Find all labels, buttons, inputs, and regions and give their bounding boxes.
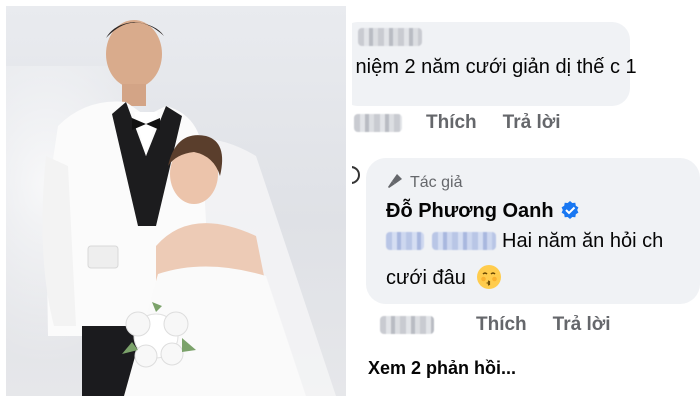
thread-connector bbox=[352, 166, 360, 184]
author-name[interactable]: Đỗ Phương Oanh bbox=[386, 200, 580, 223]
comment-bubble: ỷ niệm 2 năm cưới giản dị thế c 1 bbox=[352, 22, 637, 106]
author-tag: Tác giả bbox=[386, 172, 462, 192]
couple-illustration bbox=[42, 20, 336, 396]
kissing-face-emoji-icon bbox=[476, 265, 501, 289]
see-replies-link[interactable]: Xem 2 phản hồi... bbox=[368, 358, 516, 379]
blurred-mention bbox=[386, 232, 424, 250]
comment-thread: ỷ niệm 2 năm cưới giản dị thế c 1 Thích T… bbox=[352, 0, 700, 400]
reply-text-line1: Hai năm ăn hỏi ch bbox=[502, 230, 664, 252]
reply-actions: Thích Trả lời bbox=[366, 314, 637, 336]
reply-button[interactable]: Trả lời bbox=[503, 112, 561, 133]
reply-button[interactable]: Trả lời bbox=[553, 314, 611, 335]
reply-text-line2: cưới đâu bbox=[386, 264, 502, 290]
verified-badge-icon bbox=[561, 201, 578, 219]
like-button[interactable]: Thích bbox=[426, 112, 477, 133]
reply-text-line2-text: cưới đâu bbox=[386, 267, 466, 289]
reply-bubble: Tác giả Đỗ Phương Oanh Hai năm ăn hỏi ch… bbox=[366, 158, 700, 304]
comment-text: ỷ niệm 2 năm cưới giản dị thế c 1 bbox=[352, 56, 637, 78]
blurred-time bbox=[354, 114, 402, 132]
like-button[interactable]: Thích bbox=[476, 314, 527, 335]
blurred-time bbox=[380, 316, 434, 334]
author-name-text: Đỗ Phương Oanh bbox=[386, 200, 554, 222]
microphone-icon bbox=[388, 174, 402, 188]
blurred-mention bbox=[432, 232, 496, 250]
comment-actions: Thích Trả lời bbox=[354, 112, 587, 134]
author-tag-label: Tác giả bbox=[410, 174, 463, 191]
wedding-photo bbox=[6, 6, 346, 396]
blurred-commenter-name bbox=[358, 28, 422, 46]
